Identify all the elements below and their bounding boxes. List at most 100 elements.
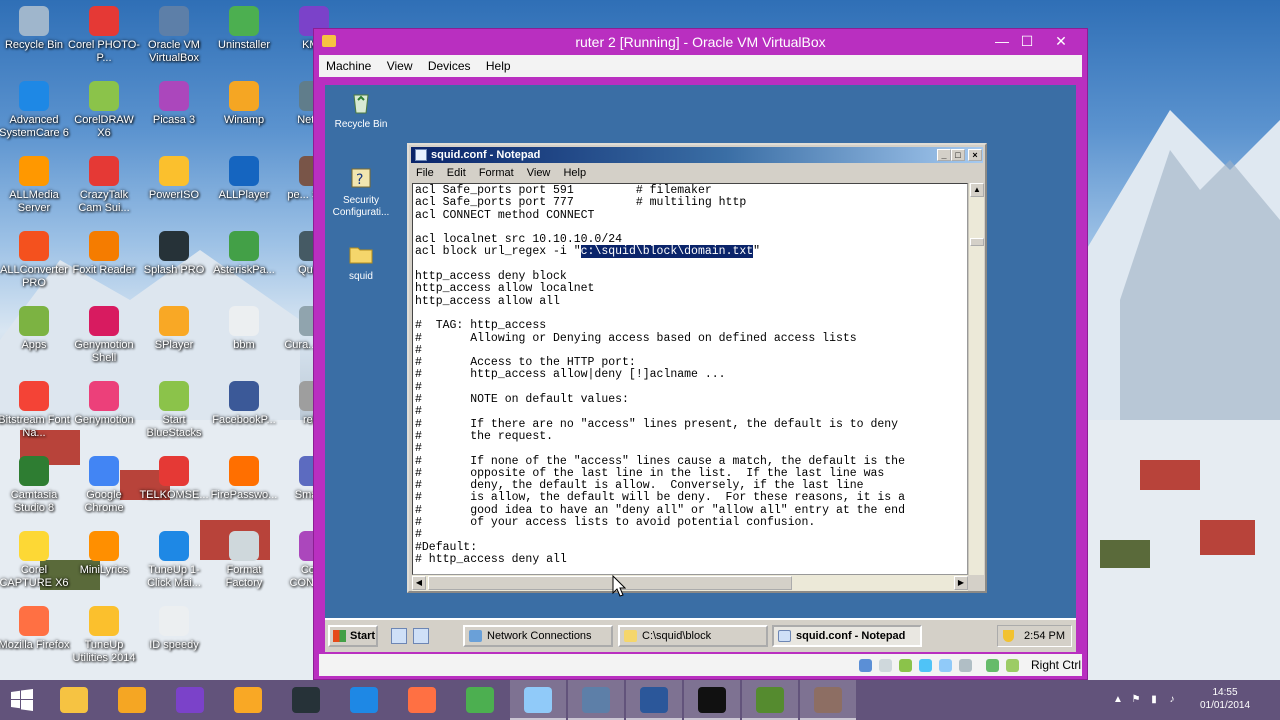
task-notepad[interactable]: squid.conf - Notepad (772, 625, 922, 647)
host-desktop-icon[interactable]: Genymotion (68, 381, 140, 427)
scroll-up-arrow-icon[interactable]: ▲ (970, 183, 984, 197)
windows-start-icon[interactable] (10, 688, 34, 712)
vm-screen[interactable]: Recycle Bin ? Security Configurati... sq… (325, 85, 1076, 652)
host-desktop-icon[interactable]: Corel CAPTURE X6 (0, 531, 70, 590)
action-center-flag-icon[interactable]: ⚑ (1130, 694, 1142, 706)
host-desktop-icon[interactable]: PowerISO (138, 156, 210, 202)
close-button[interactable]: ✕ (1046, 31, 1076, 51)
host-desktop-icon[interactable]: SPlayer (138, 306, 210, 352)
shared-folders-icon[interactable] (959, 659, 972, 672)
vertical-scrollbar[interactable]: ▲ (968, 183, 984, 575)
menu-devices[interactable]: Devices (423, 55, 476, 77)
virtualbox-title-bar[interactable]: ruter 2 [Running] - Oracle VM VirtualBox… (314, 29, 1087, 55)
menu-format[interactable]: Format (474, 165, 519, 181)
selected-text[interactable]: c:\squid\block\domain.txt (580, 245, 754, 259)
notepad-window[interactable]: squid.conf - Notepad _ □ × File Edit For… (407, 143, 987, 593)
notepad-close-button[interactable]: × (968, 149, 982, 161)
host-desktop-icon[interactable]: ALLConverter PRO (0, 231, 70, 290)
usb-icon[interactable] (939, 659, 952, 672)
taskbar-app-command-prompt[interactable] (684, 680, 740, 720)
host-desktop-icon[interactable]: Genymotion Shell (68, 306, 140, 365)
host-desktop-icon[interactable]: Bitstream Font Na... (0, 381, 70, 440)
menu-file[interactable]: File (411, 165, 439, 181)
taskbar-app-firefox[interactable] (394, 680, 450, 720)
volume-icon[interactable]: ♪ (1166, 694, 1178, 706)
tray-up-arrow-icon[interactable]: ▲ (1112, 694, 1124, 706)
host-desktop-icon[interactable]: AsteriskPa... (208, 231, 280, 277)
host-desktop-icon[interactable]: ALLPlayer (208, 156, 280, 202)
host-desktop-icon[interactable]: TuneUp 1-Click Mai... (138, 531, 210, 590)
host-desktop-icon[interactable]: Google Chrome (68, 456, 140, 515)
taskbar-app-media-player[interactable] (220, 680, 276, 720)
start-button[interactable]: Start (328, 625, 378, 647)
taskbar-app-word[interactable] (626, 680, 682, 720)
task-network-connections[interactable]: Network Connections (463, 625, 613, 647)
host-desktop-icon[interactable]: Splash PRO (138, 231, 210, 277)
horizontal-scroll-thumb[interactable] (428, 576, 792, 590)
quicklaunch-ie-icon[interactable] (413, 628, 429, 644)
host-desktop-icon[interactable]: FacebookP... (208, 381, 280, 427)
optical-drive-icon[interactable] (879, 659, 892, 672)
network-status-icon[interactable]: ▮ (1148, 694, 1160, 706)
vertical-scroll-thumb[interactable] (970, 238, 984, 246)
host-desktop-icon[interactable]: Advanced SystemCare 6 (0, 81, 70, 140)
host-desktop-icon[interactable]: Camtasia Studio 8 (0, 456, 70, 515)
host-desktop-icon[interactable]: TELKOMSE... (138, 456, 210, 502)
host-desktop-icon[interactable]: ID speedy (138, 606, 210, 652)
taskbar-app-internet-explorer[interactable] (336, 680, 392, 720)
notepad-title-bar[interactable]: squid.conf - Notepad _ □ × (411, 147, 983, 163)
host-desktop-icon[interactable]: CorelDRAW X6 (68, 81, 140, 140)
taskbar-app-app-1[interactable] (742, 680, 798, 720)
taskbar-app-keygen[interactable] (104, 680, 160, 720)
host-desktop-icon[interactable]: FirePasswo... (208, 456, 280, 502)
capture-icon[interactable] (986, 659, 999, 672)
taskbar-app-file-explorer[interactable] (46, 680, 102, 720)
notepad-text-area[interactable]: acl Safe_ports port 591 # filemaker acl S… (412, 183, 968, 575)
guest-security-configuration[interactable]: ? Security Configurati... (321, 165, 401, 219)
network-adapter-icon[interactable] (919, 659, 932, 672)
host-desktop-icon[interactable]: CrazyTalk Cam Sui... (68, 156, 140, 215)
guest-squid-folder[interactable]: squid (321, 241, 401, 283)
maximize-button[interactable]: ☐ (1012, 31, 1042, 51)
host-desktop-icon[interactable]: Mozilla Firefox (0, 606, 70, 652)
guest-recycle-bin[interactable]: Recycle Bin (321, 89, 401, 131)
notepad-maximize-button[interactable]: □ (951, 149, 965, 161)
task-squid-block-folder[interactable]: C:\squid\block (618, 625, 768, 647)
hard-disk-icon[interactable] (859, 659, 872, 672)
host-desktop-icon[interactable]: MiniLyrics (68, 531, 140, 577)
host-clock[interactable]: 14:55 01/01/2014 (1190, 686, 1260, 712)
host-desktop-icon[interactable]: Corel PHOTO-P... (68, 6, 140, 65)
host-desktop-icon[interactable]: Apps (0, 306, 70, 352)
security-shield-icon[interactable] (1003, 630, 1014, 642)
host-desktop-icon[interactable]: Recycle Bin (0, 6, 70, 52)
menu-view[interactable]: View (522, 165, 556, 181)
host-desktop-icon[interactable]: TuneUp Utilities 2014 (68, 606, 140, 665)
quicklaunch-desktop-icon[interactable] (391, 628, 407, 644)
taskbar-app-virtualbox[interactable] (568, 680, 624, 720)
menu-machine[interactable]: Machine (321, 55, 376, 77)
scroll-right-arrow-icon[interactable]: ▶ (954, 576, 968, 590)
audio-icon[interactable] (899, 659, 912, 672)
host-desktop-icon[interactable]: Uninstaller (208, 6, 280, 52)
taskbar-app-chrome[interactable] (452, 680, 508, 720)
host-desktop-icon[interactable]: Oracle VM VirtualBox (138, 6, 210, 65)
menu-help[interactable]: Help (481, 55, 516, 77)
notepad-minimize-button[interactable]: _ (937, 149, 951, 161)
taskbar-app-visual-studio[interactable] (162, 680, 218, 720)
host-desktop-icon[interactable]: Start BlueStacks (138, 381, 210, 440)
scroll-left-arrow-icon[interactable]: ◀ (412, 576, 426, 590)
host-desktop-icon[interactable]: bbm (208, 306, 280, 352)
host-desktop-icon[interactable]: Format Factory (208, 531, 280, 590)
horizontal-scrollbar[interactable]: ◀ ▶ (412, 575, 968, 591)
host-desktop-icon[interactable]: Winamp (208, 81, 280, 127)
menu-edit[interactable]: Edit (442, 165, 471, 181)
host-desktop-icon[interactable]: ALLMedia Server (0, 156, 70, 215)
taskbar-app-app-2[interactable] (800, 680, 856, 720)
taskbar-app-control-panel[interactable] (510, 680, 566, 720)
menu-help[interactable]: Help (558, 165, 591, 181)
host-desktop-icon[interactable]: Foxit Reader (68, 231, 140, 277)
virtualbox-window[interactable]: ruter 2 [Running] - Oracle VM VirtualBox… (313, 28, 1088, 680)
host-desktop-icon[interactable]: Picasa 3 (138, 81, 210, 127)
taskbar-app-splash-pro[interactable] (278, 680, 334, 720)
menu-view[interactable]: View (382, 55, 418, 77)
